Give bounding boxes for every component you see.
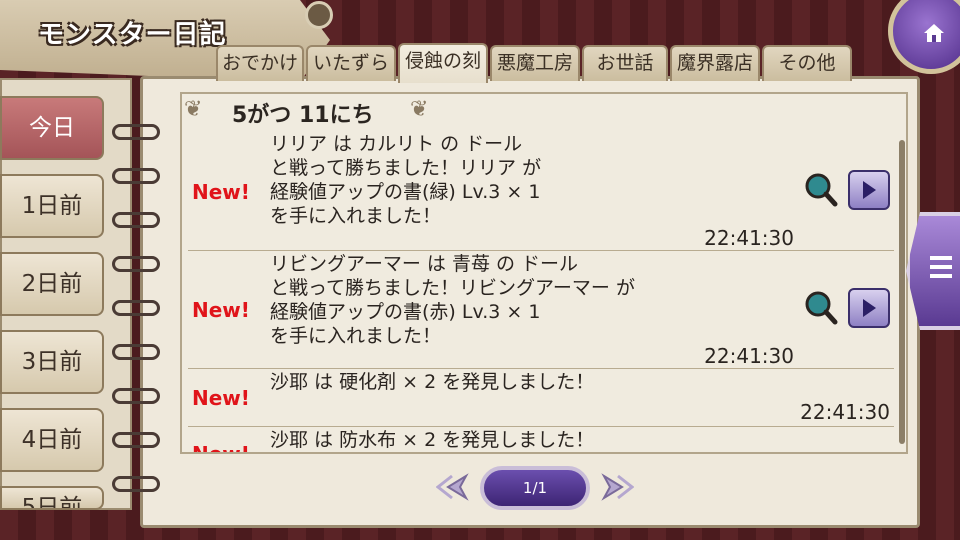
entry-time: 22:41:30 — [800, 400, 890, 424]
day-tab-1[interactable]: 1日前 — [0, 174, 104, 238]
magnifier-icon[interactable] — [804, 172, 838, 208]
ornament-left-icon: ❦ — [184, 97, 203, 122]
new-badge: New! — [192, 298, 250, 322]
log-entry: New! リビングアーマー は 青苺 の ドール と戦って勝ちました！リビングア… — [188, 250, 894, 369]
day-tab-2[interactable]: 2日前 — [0, 252, 104, 316]
entry-text: リリア は カルリト の ドール と戦って勝ちました！リリア が 経験値アップの… — [270, 133, 542, 227]
day-tab-3[interactable]: 3日前 — [0, 330, 104, 394]
tab-akuma-koubou[interactable]: 悪魔工房 — [490, 45, 580, 81]
entry-text: 沙耶 は 硬化剤 × 2 を発見しました！ — [270, 371, 595, 393]
magnifier-icon[interactable] — [804, 290, 838, 326]
day-tab-5[interactable]: 5日前 — [0, 486, 104, 510]
play-icon — [863, 299, 876, 317]
day-tab-today[interactable]: 今日 — [0, 96, 104, 160]
log-scrollbar[interactable] — [899, 140, 905, 444]
entry-text: 沙耶 は 防水布 × 2 を発見しました！ — [270, 429, 595, 451]
new-badge: New! — [192, 442, 250, 452]
new-badge: New! — [192, 386, 250, 410]
tab-itazura[interactable]: いたずら — [306, 45, 396, 81]
play-icon — [863, 181, 876, 199]
binder-ring — [112, 168, 160, 184]
menu-icon — [930, 256, 952, 278]
binder-ring — [112, 212, 160, 228]
day-tab-4[interactable]: 4日前 — [0, 408, 104, 472]
binder-ring — [112, 432, 160, 448]
entry-text: リビングアーマー は 青苺 の ドール と戦って勝ちました！リビングアーマー が… — [270, 253, 635, 347]
detail-play-button[interactable] — [848, 170, 890, 210]
detail-play-button[interactable] — [848, 288, 890, 328]
ornament-right-icon: ❦ — [410, 97, 429, 122]
entry-time: 22:41:30 — [704, 344, 794, 368]
date-header: 5がつ 11にち — [232, 103, 374, 128]
binder-ring — [112, 300, 160, 316]
log-entry: New! 沙耶 は 硬化剤 × 2 を発見しました！ 22:41:30 — [188, 368, 894, 427]
home-icon — [924, 24, 944, 42]
log-entry: New! リリア は カルリト の ドール と戦って勝ちました！リリア が 経験… — [188, 130, 894, 251]
tab-osewa[interactable]: お世話 — [582, 45, 668, 81]
page-title: モンスター日記 — [38, 20, 227, 50]
binder-ring — [112, 476, 160, 492]
prev-page-icon[interactable] — [436, 472, 470, 502]
binder-ring — [112, 388, 160, 404]
log-entry: New! 沙耶 は 防水布 × 2 を発見しました！ — [188, 426, 894, 452]
entry-time: 22:41:30 — [704, 226, 794, 250]
tab-makai-roten[interactable]: 魔界露店 — [670, 45, 760, 81]
next-page-icon[interactable] — [600, 472, 634, 502]
page-indicator: 1/1 — [480, 466, 590, 510]
tag-hole — [305, 1, 333, 29]
tab-sonota[interactable]: その他 — [762, 45, 852, 81]
tab-shinshoku[interactable]: 侵蝕の刻 — [398, 43, 488, 83]
binder-ring — [112, 256, 160, 272]
binder-ring — [112, 124, 160, 140]
new-badge: New! — [192, 180, 250, 204]
binder-ring — [112, 344, 160, 360]
tab-odekake[interactable]: おでかけ — [216, 45, 304, 81]
